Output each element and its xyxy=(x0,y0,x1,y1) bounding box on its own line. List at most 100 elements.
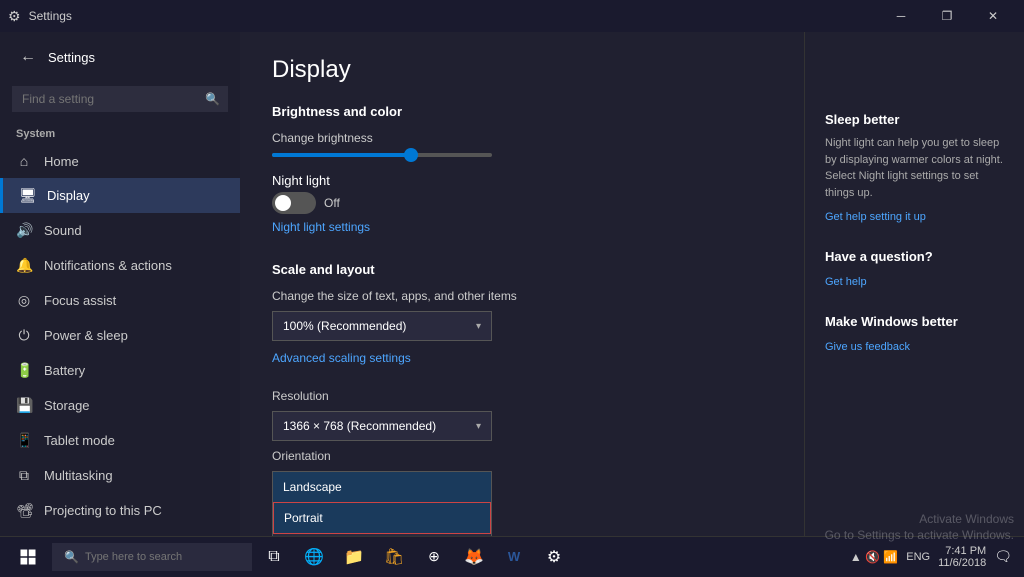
titlebar-left: ⚙ Settings xyxy=(8,8,72,25)
sidebar-item-tablet-label: Tablet mode xyxy=(44,433,115,448)
page-title: Display xyxy=(272,56,772,84)
tip-question-link[interactable]: Get help xyxy=(825,276,867,288)
sidebar-item-tablet[interactable]: 📱 Tablet mode xyxy=(0,423,240,458)
resolution-dropdown[interactable]: 1366 × 768 (Recommended) ▾ xyxy=(272,411,492,441)
resolution-label: Resolution xyxy=(272,389,772,403)
night-light-label: Night light xyxy=(272,173,330,188)
taskbar-explorer-icon[interactable]: 📁 xyxy=(336,539,372,575)
windows-icon xyxy=(19,548,37,566)
scale-dropdown-arrow: ▾ xyxy=(476,321,481,332)
sidebar-item-storage-label: Storage xyxy=(44,398,90,413)
toggle-thumb xyxy=(275,195,291,211)
taskbar-clock: 7:41 PM 11/6/2018 xyxy=(938,545,986,569)
tip-question-section: Have a question? Get help xyxy=(825,249,1004,290)
sidebar: ← Settings 🔍 System ⌂ Home 🖥 Display 🔊 S… xyxy=(0,32,240,536)
slider-track xyxy=(272,153,492,157)
sidebar-item-home[interactable]: ⌂ Home xyxy=(0,144,240,178)
slider-thumb xyxy=(404,148,418,162)
taskbar-task-view[interactable]: ⧉ xyxy=(256,539,292,575)
storage-icon: 💾 xyxy=(16,397,32,414)
taskbar-store-icon[interactable]: 🛍 xyxy=(376,539,412,575)
taskbar-firefox-icon[interactable]: 🦊 xyxy=(456,539,492,575)
sidebar-item-battery-label: Battery xyxy=(44,363,85,378)
tip-sleep-section: Sleep better Night light can help you ge… xyxy=(825,112,1004,225)
taskbar-time-display: 7:41 PM xyxy=(938,545,986,557)
tablet-icon: 📱 xyxy=(16,432,32,449)
taskbar-right: ▲ 🔇 📶 ENG 7:41 PM 11/6/2018 🗨 xyxy=(850,545,1020,569)
minimize-button[interactable]: ─ xyxy=(878,0,924,32)
night-light-settings-link[interactable]: Night light settings xyxy=(272,220,370,234)
right-panel: Sleep better Night light can help you ge… xyxy=(804,32,1024,536)
app-body: ← Settings 🔍 System ⌂ Home 🖥 Display 🔊 S… xyxy=(0,32,1024,536)
activate-line2: Go to Settings to activate Windows. xyxy=(825,528,1014,542)
sidebar-item-focus[interactable]: ◎ Focus assist xyxy=(0,283,240,318)
display-icon: 🖥 xyxy=(19,187,35,204)
taskbar-word-icon[interactable]: W xyxy=(496,539,532,575)
toggle-state-text: Off xyxy=(324,196,340,210)
scale-selected-text: 100% (Recommended) xyxy=(283,319,406,333)
sidebar-item-projecting[interactable]: 📽 Projecting to this PC xyxy=(0,493,240,528)
taskbar-notification-icon[interactable]: 🗨 xyxy=(994,548,1012,565)
notifications-icon: 🔔 xyxy=(16,257,32,274)
activate-banner: Activate Windows Go to Settings to activ… xyxy=(825,512,1014,544)
titlebar-title: Settings xyxy=(29,9,72,23)
night-light-row: Night light xyxy=(272,173,772,188)
taskbar-search-input[interactable] xyxy=(85,551,240,563)
titlebar-controls: ─ ❐ ✕ xyxy=(878,0,1016,32)
scale-description: Change the size of text, apps, and other… xyxy=(272,289,772,303)
resolution-dropdown-arrow: ▾ xyxy=(476,421,481,432)
start-button[interactable] xyxy=(4,537,52,577)
sidebar-header: ← Settings xyxy=(0,32,240,82)
tip-feedback-link[interactable]: Give us feedback xyxy=(825,341,910,353)
sidebar-item-sound[interactable]: 🔊 Sound xyxy=(0,213,240,248)
search-input[interactable] xyxy=(12,86,228,112)
advanced-scaling-link[interactable]: Advanced scaling settings xyxy=(272,351,411,365)
projecting-icon: 📽 xyxy=(16,502,32,519)
tip-question-title: Have a question? xyxy=(825,249,1004,264)
sidebar-item-multitasking-label: Multitasking xyxy=(44,468,113,483)
back-button[interactable]: ← xyxy=(16,44,40,70)
sidebar-item-battery[interactable]: 🔋 Battery xyxy=(0,353,240,388)
tip-sleep-title: Sleep better xyxy=(825,112,1004,127)
tip-sleep-link[interactable]: Get help setting it up xyxy=(825,211,926,223)
sidebar-app-title: Settings xyxy=(48,50,95,65)
close-button[interactable]: ✕ xyxy=(970,0,1016,32)
slider-fill xyxy=(272,153,415,157)
focus-icon: ◎ xyxy=(16,292,32,309)
tip-feedback-title: Make Windows better xyxy=(825,314,1004,329)
sidebar-section-label: System xyxy=(0,120,240,144)
sidebar-item-projecting-label: Projecting to this PC xyxy=(44,503,162,518)
tip-sleep-text: Night light can help you get to sleep by… xyxy=(825,135,1004,201)
titlebar: ⚙ Settings ─ ❐ ✕ xyxy=(0,0,1024,32)
taskbar-lang: ENG xyxy=(906,551,930,563)
tip-feedback-section: Make Windows better Give us feedback xyxy=(825,314,1004,355)
scale-section-title: Scale and layout xyxy=(272,262,772,277)
taskbar-system-icons: ▲ 🔇 📶 xyxy=(850,550,898,564)
brightness-slider[interactable] xyxy=(272,153,772,157)
taskbar-search-box[interactable]: 🔍 xyxy=(52,543,252,571)
sidebar-item-power-label: Power & sleep xyxy=(44,328,128,343)
scale-dropdown[interactable]: 100% (Recommended) ▾ xyxy=(272,311,492,341)
orientation-option-portrait[interactable]: Portrait xyxy=(273,502,491,534)
sidebar-item-storage[interactable]: 💾 Storage xyxy=(0,388,240,423)
sidebar-item-power[interactable]: ⏻ Power & sleep xyxy=(0,318,240,353)
brightness-section-title: Brightness and color xyxy=(272,104,772,119)
sidebar-item-shared[interactable]: ⚙ Shared experiences xyxy=(0,528,240,536)
sidebar-item-home-label: Home xyxy=(44,154,79,169)
orientation-label: Orientation xyxy=(272,449,772,463)
sound-icon: 🔊 xyxy=(16,222,32,239)
taskbar-edge-icon[interactable]: 🌐 xyxy=(296,539,332,575)
taskbar-chrome-icon[interactable]: ⊕ xyxy=(416,539,452,575)
sidebar-item-multitasking[interactable]: ⧉ Multitasking xyxy=(0,458,240,493)
sidebar-item-focus-label: Focus assist xyxy=(44,293,116,308)
taskbar-settings-icon[interactable]: ⚙ xyxy=(536,539,572,575)
main-panel: Display Brightness and color Change brig… xyxy=(240,32,804,536)
restore-button[interactable]: ❐ xyxy=(924,0,970,32)
night-light-toggle[interactable] xyxy=(272,192,316,214)
multitasking-icon: ⧉ xyxy=(16,467,32,484)
sidebar-item-display[interactable]: 🖥 Display xyxy=(0,178,240,213)
activate-line1: Activate Windows xyxy=(825,512,1014,526)
sidebar-item-notifications[interactable]: 🔔 Notifications & actions xyxy=(0,248,240,283)
orientation-option-landscape[interactable]: Landscape xyxy=(273,472,491,502)
search-icon: 🔍 xyxy=(205,92,220,106)
